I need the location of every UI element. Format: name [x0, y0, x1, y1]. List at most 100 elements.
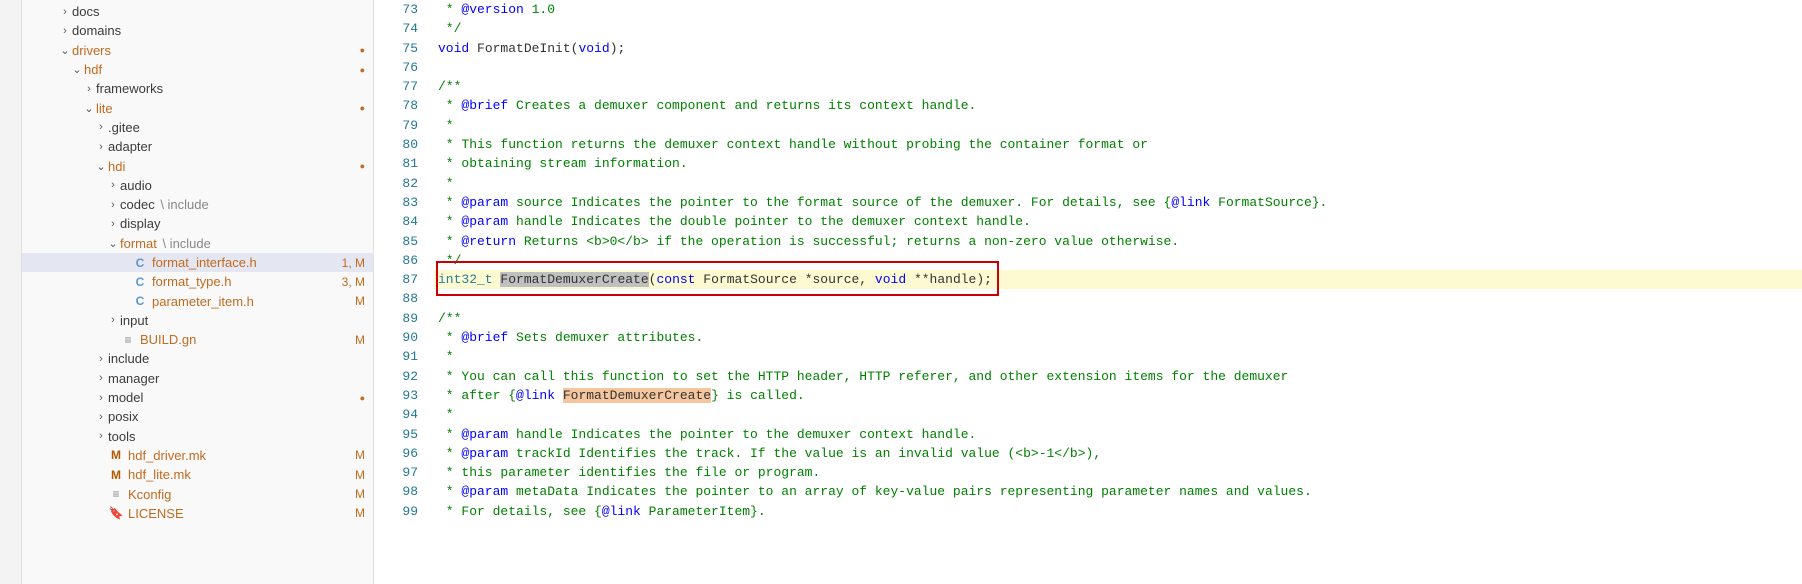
code-line[interactable]: [434, 289, 1802, 308]
git-status: M: [347, 468, 365, 482]
chevron-right-icon[interactable]: ›: [94, 411, 108, 423]
line-number-gutter: 7374757677787980818283848586878889909192…: [374, 0, 434, 584]
tree-item-manager[interactable]: ›manager: [22, 369, 373, 388]
code-line[interactable]: * this parameter identifies the file or …: [434, 463, 1802, 482]
code-line[interactable]: * obtaining stream information.: [434, 154, 1802, 173]
activity-bar[interactable]: [0, 0, 22, 584]
tree-item-build-gn[interactable]: ≡BUILD.gnM: [22, 330, 373, 349]
code-line[interactable]: */: [434, 251, 1802, 270]
tree-item-license[interactable]: 🔖LICENSEM: [22, 504, 373, 523]
code-line[interactable]: /**: [434, 77, 1802, 96]
code-line[interactable]: * @param handle Indicates the pointer to…: [434, 425, 1802, 444]
code-line[interactable]: * @param metaData Indicates the pointer …: [434, 482, 1802, 501]
code-line[interactable]: int32_t FormatDemuxerCreate(const Format…: [434, 270, 1802, 289]
code-line[interactable]: *: [434, 405, 1802, 424]
code-token: Sets demuxer attributes.: [508, 330, 703, 345]
tree-item-hdf-driver-mk[interactable]: Mhdf_driver.mkM: [22, 446, 373, 465]
chevron-down-icon[interactable]: ⌄: [106, 237, 120, 250]
code-line[interactable]: * after {@link FormatDemuxerCreate} is c…: [434, 386, 1802, 405]
tree-item-tools[interactable]: ›tools: [22, 427, 373, 446]
chevron-right-icon[interactable]: ›: [106, 314, 120, 326]
file-icon: C: [132, 256, 148, 270]
tree-item-format-type-h[interactable]: Cformat_type.h3, M: [22, 272, 373, 291]
tree-item-input[interactable]: ›input: [22, 311, 373, 330]
code-token: @param: [461, 214, 508, 229]
tree-item-label: hdf_lite.mk: [128, 467, 347, 482]
tree-item-frameworks[interactable]: ›frameworks: [22, 79, 373, 98]
code-token: source Indicates the pointer to the form…: [508, 195, 1171, 210]
code-token: ParameterItem}.: [641, 504, 766, 519]
code-line[interactable]: [434, 58, 1802, 77]
code-line[interactable]: * @return Returns <b>0</b> if the operat…: [434, 232, 1802, 251]
tree-item-drivers[interactable]: ⌄drivers●: [22, 41, 373, 60]
code-editor[interactable]: 7374757677787980818283848586878889909192…: [374, 0, 1802, 584]
tree-item-audio[interactable]: ›audio: [22, 176, 373, 195]
chevron-right-icon[interactable]: ›: [82, 83, 96, 95]
tree-item--gitee[interactable]: ›.gitee: [22, 118, 373, 137]
chevron-right-icon[interactable]: ›: [94, 141, 108, 153]
tree-item-codec[interactable]: ›codec \ include: [22, 195, 373, 214]
tree-item-lite[interactable]: ⌄lite●: [22, 98, 373, 117]
code-line[interactable]: *: [434, 347, 1802, 366]
code-token: FormatDeInit: [477, 41, 571, 56]
code-line[interactable]: * @brief Sets demuxer attributes.: [434, 328, 1802, 347]
tree-item-posix[interactable]: ›posix: [22, 407, 373, 426]
code-line[interactable]: * You can call this function to set the …: [434, 367, 1802, 386]
code-token: FormatSource *source,: [695, 272, 874, 287]
chevron-down-icon[interactable]: ⌄: [94, 160, 108, 173]
code-token: * You can call this function to set the …: [438, 369, 1288, 384]
code-token: metaData Indicates the pointer to an arr…: [508, 484, 1312, 499]
code-line[interactable]: * @param trackId Identifies the track. I…: [434, 444, 1802, 463]
chevron-right-icon[interactable]: ›: [58, 25, 72, 37]
code-line[interactable]: * For details, see {@link ParameterItem}…: [434, 502, 1802, 521]
chevron-down-icon[interactable]: ⌄: [70, 63, 84, 76]
tree-item-model[interactable]: ›model●: [22, 388, 373, 407]
code-line[interactable]: * @brief Creates a demuxer component and…: [434, 96, 1802, 115]
chevron-right-icon[interactable]: ›: [58, 6, 72, 18]
code-token: 1.0: [524, 2, 555, 17]
tree-item-label: adapter: [108, 139, 365, 154]
tree-item-hdf[interactable]: ⌄hdf●: [22, 60, 373, 79]
code-line[interactable]: *: [434, 174, 1802, 193]
tree-item-format[interactable]: ⌄format \ include: [22, 234, 373, 253]
chevron-right-icon[interactable]: ›: [94, 430, 108, 442]
tree-item-include[interactable]: ›include: [22, 349, 373, 368]
chevron-down-icon[interactable]: ⌄: [58, 44, 72, 57]
tree-item-display[interactable]: ›display: [22, 214, 373, 233]
code-token: *: [438, 98, 461, 113]
chevron-right-icon[interactable]: ›: [94, 372, 108, 384]
code-line[interactable]: *: [434, 116, 1802, 135]
chevron-right-icon[interactable]: ›: [94, 353, 108, 365]
file-explorer[interactable]: ›docs›domains⌄drivers●⌄hdf●›frameworks⌄l…: [22, 0, 374, 584]
tree-item-label: hdf: [84, 62, 352, 77]
tree-item-adapter[interactable]: ›adapter: [22, 137, 373, 156]
tree-item-label: .gitee: [108, 120, 365, 135]
tree-item-hdf-lite-mk[interactable]: Mhdf_lite.mkM: [22, 465, 373, 484]
line-number: 76: [374, 58, 418, 77]
code-line[interactable]: * This function returns the demuxer cont…: [434, 135, 1802, 154]
tree-item-domains[interactable]: ›domains: [22, 21, 373, 40]
code-line[interactable]: * @param handle Indicates the double poi…: [434, 212, 1802, 231]
code-line[interactable]: * @param source Indicates the pointer to…: [434, 193, 1802, 212]
chevron-right-icon[interactable]: ›: [106, 179, 120, 191]
code-line[interactable]: */: [434, 19, 1802, 38]
chevron-down-icon[interactable]: ⌄: [82, 102, 96, 115]
line-number: 94: [374, 405, 418, 424]
tree-item-docs[interactable]: ›docs: [22, 2, 373, 21]
tree-item-parameter-item-h[interactable]: Cparameter_item.hM: [22, 291, 373, 310]
code-line[interactable]: * @version 1.0: [434, 0, 1802, 19]
tree-item-format-interface-h[interactable]: Cformat_interface.h1, M: [22, 253, 373, 272]
chevron-right-icon[interactable]: ›: [106, 218, 120, 230]
tree-item-hdi[interactable]: ⌄hdi●: [22, 156, 373, 175]
tree-item-kconfig[interactable]: ≡KconfigM: [22, 484, 373, 503]
code-line[interactable]: void FormatDeInit(void);: [434, 39, 1802, 58]
chevron-right-icon[interactable]: ›: [106, 199, 120, 211]
code-token: * This function returns the demuxer cont…: [438, 137, 1148, 152]
code-line[interactable]: /**: [434, 309, 1802, 328]
code-token: handle Indicates the double pointer to t…: [508, 214, 1031, 229]
chevron-right-icon[interactable]: ›: [94, 392, 108, 404]
chevron-right-icon[interactable]: ›: [94, 121, 108, 133]
code-token: @brief: [461, 330, 508, 345]
line-number: 85: [374, 232, 418, 251]
code-area[interactable]: * @version 1.0 */void FormatDeInit(void)…: [434, 0, 1802, 584]
